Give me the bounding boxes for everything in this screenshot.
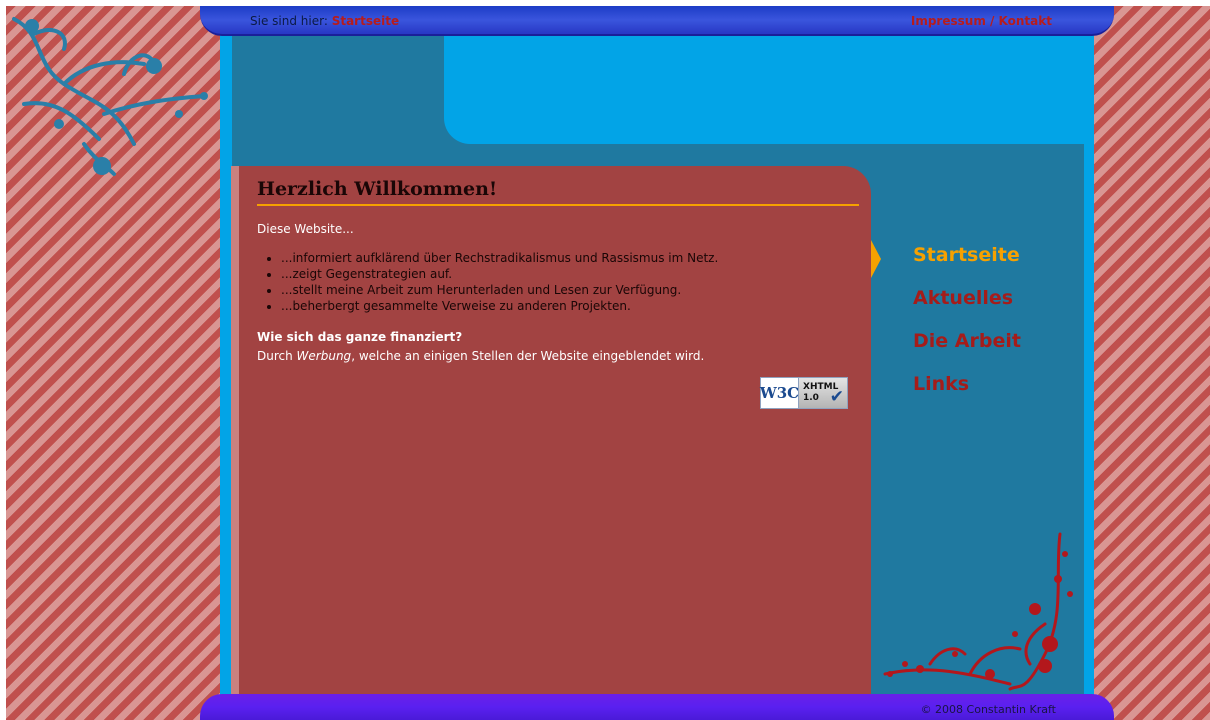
main-nav: Startseite Aktuelles Die Arbeit Links [913,244,1021,416]
nav-item-die-arbeit[interactable]: Die Arbeit [913,330,1021,373]
finance-emphasis: Werbung [296,349,352,363]
floral-ornament-icon [12,17,208,176]
nav-arrow-icon [871,240,881,278]
nav-item-links[interactable]: Links [913,373,1021,416]
nav-item-aktuelles[interactable]: Aktuelles [913,287,1021,330]
breadcrumb-prefix: Sie sind hier: [250,14,328,28]
finance-text-prefix: Durch [257,349,297,363]
nav-item-startseite[interactable]: Startseite [913,244,1021,287]
w3c-logo: W3C [760,378,799,408]
xhtml-badge-label: XHTML 1.0 ✔ [799,378,847,408]
main-content-panel: Herzlich Willkommen! Diese Website... ..… [231,166,871,694]
striped-background-right [1094,6,1210,720]
intro-text: Diese Website... [257,222,354,236]
flower-ornament-icon [883,532,1073,691]
impressum-kontakt-link[interactable]: Impressum / Kontakt [911,14,1052,28]
finance-heading: Wie sich das ganze finanziert? [257,330,463,344]
list-item: ...zeigt Gegenstrategien auf. [281,266,718,282]
copyright-text: © 2008 Constantin Kraft [920,703,1056,716]
footer-bar: © 2008 Constantin Kraft [200,694,1114,720]
list-item: ...beherbergt gesammelte Verweise zu and… [281,298,718,314]
w3c-xhtml-badge-icon[interactable]: W3C XHTML 1.0 ✔ [760,377,848,409]
list-item: ...stellt meine Arbeit zum Herunterladen… [281,282,718,298]
feature-list: ...informiert aufklärend über Rechstradi… [257,250,718,314]
list-item: ...informiert aufklärend über Rechstradi… [281,250,718,266]
top-bar: Sie sind hier: Startseite Impressum / Ko… [200,6,1114,36]
page-title: Herzlich Willkommen! [257,178,859,206]
finance-text: Durch Werbung, welche an einigen Stellen… [257,349,704,363]
header-banner [444,36,1084,144]
breadcrumb: Sie sind hier: Startseite [250,14,399,28]
finance-text-suffix: , welche an einigen Stellen der Website … [351,349,705,363]
check-icon: ✔ [829,387,844,407]
breadcrumb-link-startseite[interactable]: Startseite [332,14,399,28]
